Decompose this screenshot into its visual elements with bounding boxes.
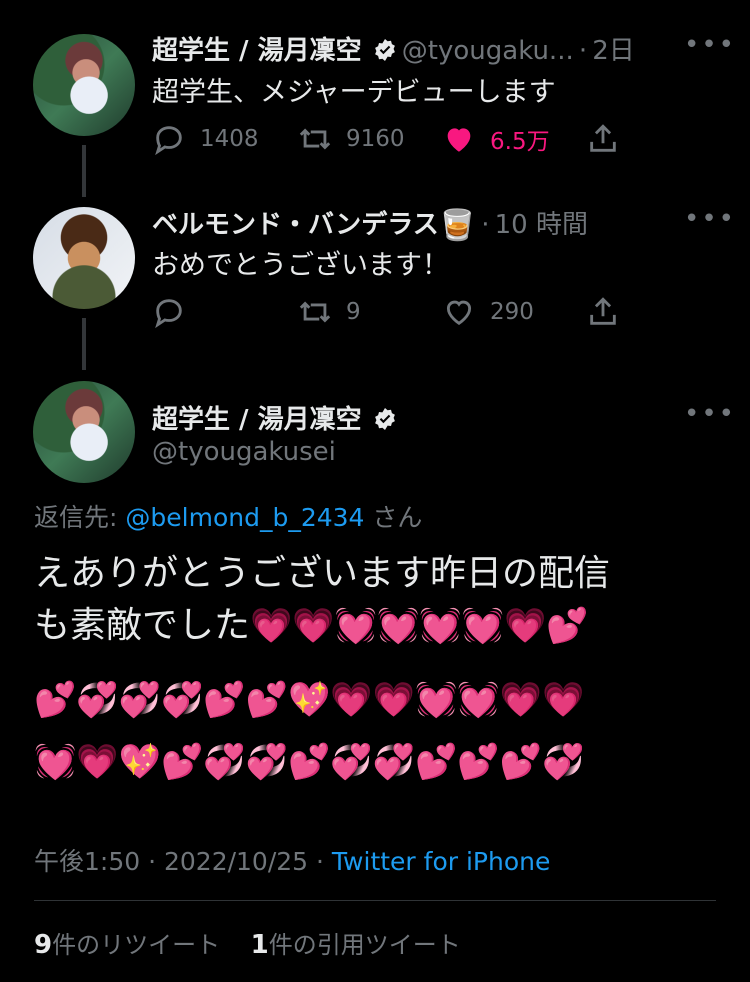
more-icon[interactable]: ••• — [684, 30, 736, 60]
like-icon — [447, 128, 471, 152]
avatar[interactable] — [33, 381, 135, 483]
like-button[interactable]: 290 — [442, 295, 534, 329]
share-icon — [590, 297, 616, 325]
retweet-count: 9 — [346, 299, 361, 325]
name-emoji: 🥃 — [438, 208, 477, 243]
tweet-header: 超学生 / 湯月凜空 @tyougaku... · 2日 — [152, 36, 635, 66]
display-name[interactable]: ベルモンド・バンデラス — [152, 210, 439, 240]
verified-icon — [373, 407, 397, 435]
like-count: 6.5万 — [490, 129, 550, 155]
reply-button[interactable]: 1408 — [152, 122, 259, 156]
thread-line-2 — [82, 318, 86, 370]
quotes-stat[interactable]: 1件の引用ツイート — [251, 930, 461, 960]
tweet-text: 超学生、メジャーデビューします — [152, 77, 556, 108]
tweet-time[interactable]: 2日 — [592, 36, 635, 66]
reply-icon — [155, 299, 182, 329]
emoji-hearts: 💓💗💖💕💞💞💕💞💞💕💕💕💞 — [34, 742, 585, 782]
handle[interactable]: @tyougakusei — [152, 437, 336, 467]
source-link[interactable]: Twitter for iPhone — [332, 847, 550, 876]
emoji-hearts: 💕💞💞💞💕💕💖💗💗💓💓💗💗 — [34, 680, 585, 720]
retweet-button[interactable]: 9160 — [298, 122, 405, 156]
tweet-header: ベルモンド・バンデラス🥃 · 10 時間 — [152, 208, 588, 243]
retweet-count: 9160 — [346, 126, 405, 152]
engagement-stats: 9件のリツイート 1件の引用ツイート — [34, 925, 461, 960]
retweet-icon — [299, 128, 331, 150]
more-icon[interactable]: ••• — [684, 204, 736, 234]
retweet-button[interactable]: 9 — [298, 295, 361, 329]
avatar[interactable] — [33, 207, 135, 309]
retweets-stat[interactable]: 9件のリツイート — [34, 930, 220, 960]
verified-icon — [373, 38, 397, 66]
share-button[interactable] — [586, 295, 620, 329]
reply-count: 1408 — [200, 126, 259, 152]
thread-line-1 — [82, 145, 86, 197]
tweet-meta: 午後1:50 · 2022/10/25 · Twitter for iPhone — [34, 842, 550, 878]
display-name[interactable]: 超学生 / 湯月凜空 — [152, 36, 362, 66]
tweet-header: 超学生 / 湯月凜空 — [152, 399, 397, 436]
divider — [34, 900, 716, 901]
timestamp: 午後1:50 · 2022/10/25 · — [34, 847, 332, 876]
like-icon — [446, 300, 472, 326]
reply-button[interactable] — [152, 295, 200, 329]
share-button[interactable] — [586, 122, 620, 156]
tweet-time[interactable]: 10 時間 — [495, 210, 588, 240]
reply-context: 返信先: @belmond_b_2434 さん — [34, 503, 423, 532]
like-count: 290 — [490, 299, 534, 325]
main-tweet-text: えありがとうございます昨日の配信 も素敵でした💗💗💓💓💓💓💗💕 — [34, 553, 611, 646]
handle[interactable]: @tyougaku... — [402, 36, 574, 66]
reply-to-link[interactable]: @belmond_b_2434 — [125, 503, 364, 532]
emoji-hearts: 💗💗💓💓💓💓💗💕 — [250, 606, 589, 646]
like-button[interactable]: 6.5万 — [442, 122, 550, 156]
retweet-icon — [299, 301, 331, 323]
display-name[interactable]: 超学生 / 湯月凜空 — [152, 405, 362, 435]
tweet-text: おめでとうございます！ — [152, 250, 449, 281]
reply-icon — [155, 126, 182, 156]
more-icon[interactable]: ••• — [684, 399, 736, 429]
avatar[interactable] — [33, 34, 135, 136]
share-icon — [590, 124, 616, 152]
